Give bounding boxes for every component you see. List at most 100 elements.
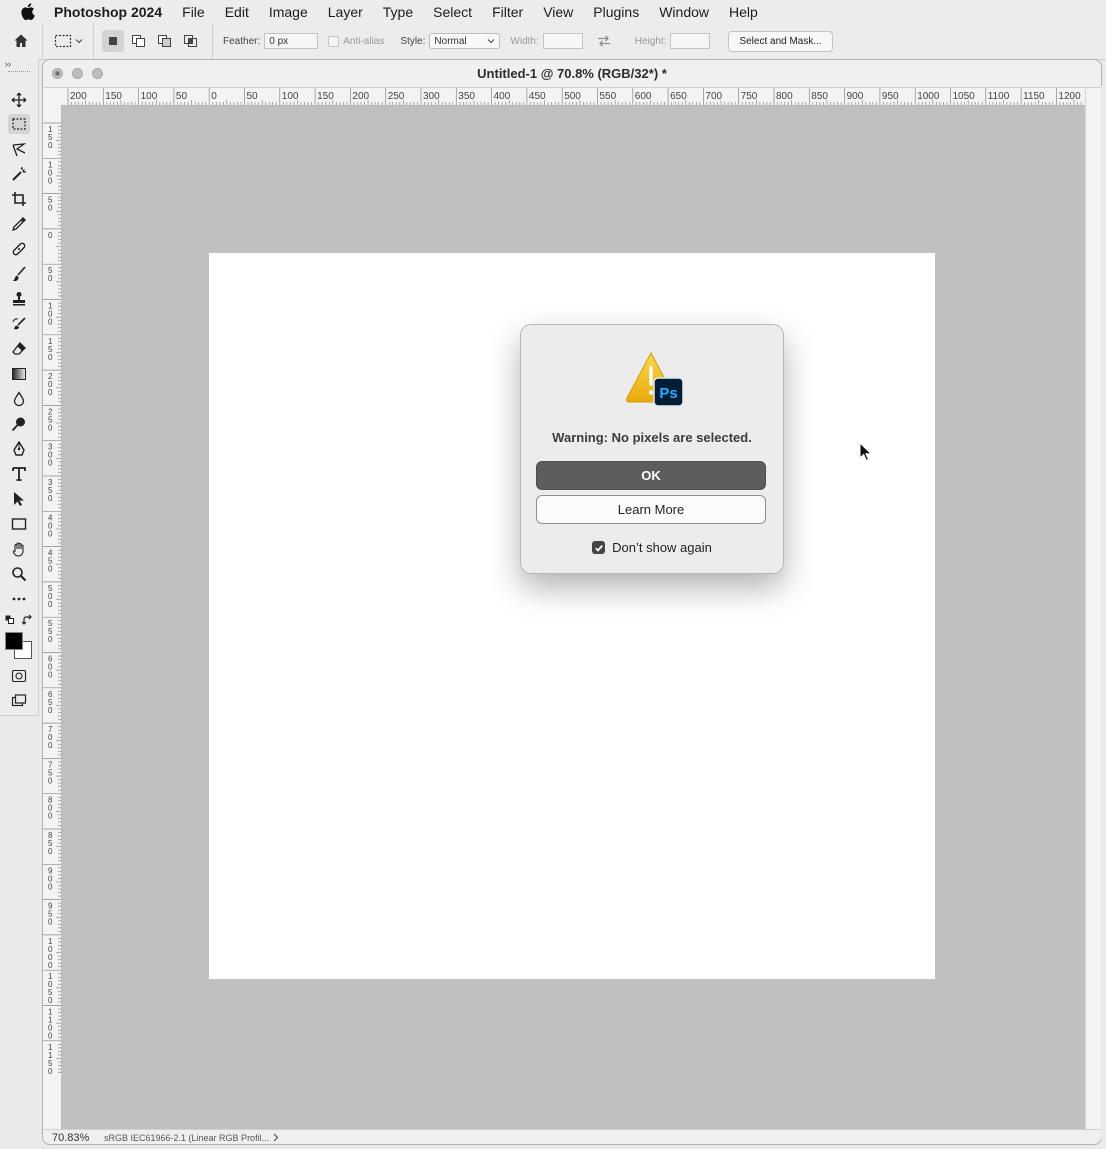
style-select[interactable]: Normal [429, 33, 501, 49]
more-dots-icon [12, 597, 26, 601]
home-icon [14, 34, 28, 47]
default-colors-icon[interactable] [5, 615, 15, 625]
bandage-icon [12, 242, 26, 256]
eraser-tool[interactable] [8, 339, 30, 359]
menu-select[interactable]: Select [433, 4, 472, 20]
menu-edit[interactable]: Edit [225, 4, 249, 20]
menu-image[interactable]: Image [269, 4, 308, 20]
learn-more-button[interactable]: Learn More [536, 495, 766, 524]
menu-help[interactable]: Help [729, 4, 758, 20]
horizontal-ruler[interactable]: 200 150 100 50 0 50 100 150 200 250 300 350 400 450 50… [61, 88, 1085, 106]
menu-view[interactable]: View [543, 4, 573, 20]
eyedropper-tool[interactable] [8, 214, 30, 234]
vertical-ruler-ticks: 1 5 01 0 05 005 01 0 01 5 02 0 02 5 03 0 03 5 04 0 04 5 05 0 05 5… [43, 122, 61, 1076]
zoom-tool[interactable] [8, 564, 30, 584]
rectangle-tool[interactable] [8, 514, 30, 534]
document-titlebar[interactable]: Untitled-1 @ 70.8% (RGB/32*) * [43, 60, 1101, 88]
intersect-selection-icon [184, 35, 197, 47]
ruler-label: 650 [670, 91, 687, 102]
height-input[interactable] [670, 33, 711, 49]
hand-tool[interactable] [8, 539, 30, 559]
foreground-color-swatch[interactable] [5, 632, 23, 650]
ruler-label: 200 [352, 91, 369, 102]
dont-show-again-checkbox[interactable] [592, 541, 606, 554]
dont-show-again-option[interactable]: Don’t show again [521, 540, 783, 555]
quick-mask-button[interactable] [8, 666, 30, 686]
ruler-label: 750 [48, 760, 53, 785]
arrow-select-icon [14, 492, 24, 506]
add-to-selection-button[interactable] [128, 30, 150, 52]
home-button[interactable] [0, 23, 43, 59]
menu-app-name[interactable]: Photoshop 2024 [54, 4, 162, 20]
horizontal-ruler-ticks: 200 150 100 50 0 50 100 150 200 250 300 350 400 450 50… [67, 88, 1082, 105]
clone-stamp-tool[interactable] [8, 289, 30, 309]
gradient-tool[interactable] [8, 364, 30, 384]
dodge-tool[interactable] [8, 414, 30, 434]
apple-menu-icon[interactable] [0, 3, 54, 20]
feather-input[interactable]: 0 px [264, 33, 319, 49]
antialias-checkbox[interactable] [328, 35, 340, 47]
feather-label: Feather: [223, 35, 261, 47]
ruler-label: 100 [48, 302, 53, 327]
lasso-tool[interactable] [8, 139, 30, 159]
menu-layer[interactable]: Layer [328, 4, 363, 20]
swap-dimensions-button[interactable] [597, 35, 611, 47]
screen-mode-button[interactable] [8, 691, 30, 711]
subtract-selection-icon [158, 35, 171, 47]
magic-wand-icon [12, 167, 26, 181]
healing-brush-tool[interactable] [8, 239, 30, 259]
magnifier-icon [12, 567, 27, 582]
ruler-label: 300 [48, 443, 53, 468]
ruler-label: 400 [494, 91, 511, 102]
ruler-label: 950 [882, 91, 899, 102]
zoom-level[interactable]: 70.83% [43, 1132, 104, 1144]
pen-tool[interactable] [8, 439, 30, 459]
menu-filter[interactable]: Filter [492, 4, 523, 20]
ruler-label: 0 [211, 91, 217, 102]
brush-tool[interactable] [8, 264, 30, 284]
ruler-origin[interactable] [43, 88, 62, 106]
ruler-label: 200 [48, 372, 53, 397]
vertical-ruler[interactable]: 1501005005010015020025030035040045050055… [43, 105, 62, 1129]
intersect-selection-button[interactable] [180, 30, 202, 52]
move-icon [11, 92, 27, 108]
tools-collapse-button[interactable]: ›› [0, 59, 38, 71]
magic-wand-tool[interactable] [8, 164, 30, 184]
chevron-down-icon [487, 39, 495, 44]
rectangular-marquee-tool[interactable] [8, 114, 30, 134]
ok-button[interactable]: OK [536, 461, 766, 490]
blur-tool[interactable] [8, 389, 30, 409]
path-selection-tool[interactable] [8, 489, 30, 509]
crop-tool[interactable] [8, 189, 30, 209]
new-selection-button[interactable] [102, 30, 124, 52]
select-and-mask-button[interactable]: Select and Mask... [728, 30, 833, 52]
tools-panel-grip[interactable] [8, 71, 30, 78]
swap-colors-icon[interactable] [22, 615, 33, 626]
menu-bar: Photoshop 2024 File Edit Image Layer Typ… [0, 0, 1106, 23]
color-profile-status[interactable]: sRGB IEC61966-2.1 (Linear RGB Profil... [104, 1133, 269, 1143]
lasso-icon [12, 143, 27, 157]
ruler-label: 400 [48, 513, 53, 538]
ruler-label: 350 [48, 478, 53, 503]
mouse-pointer-icon [859, 442, 873, 462]
tool-preset-picker[interactable] [43, 23, 94, 59]
document-title: Untitled-1 @ 70.8% (RGB/32*) * [477, 66, 667, 81]
width-input[interactable] [542, 33, 583, 49]
vertical-scrollbar[interactable] [1085, 88, 1101, 1129]
chevron-right-icon[interactable] [272, 1133, 280, 1142]
history-brush-tool[interactable] [8, 314, 30, 334]
menu-window[interactable]: Window [659, 4, 709, 20]
menu-file[interactable]: File [182, 4, 205, 20]
tools-panel: ›› [0, 59, 39, 716]
move-tool[interactable] [8, 90, 30, 110]
color-controls [4, 615, 34, 627]
ruler-label: 100 [282, 91, 299, 102]
subtract-from-selection-button[interactable] [154, 30, 176, 52]
menu-type[interactable]: Type [383, 4, 413, 20]
type-icon [12, 467, 26, 481]
ruler-label: 550 [600, 91, 617, 102]
menu-plugins[interactable]: Plugins [593, 4, 639, 20]
history-brush-icon [12, 317, 26, 330]
type-tool[interactable] [8, 464, 30, 484]
edit-toolbar-button[interactable] [8, 589, 30, 609]
